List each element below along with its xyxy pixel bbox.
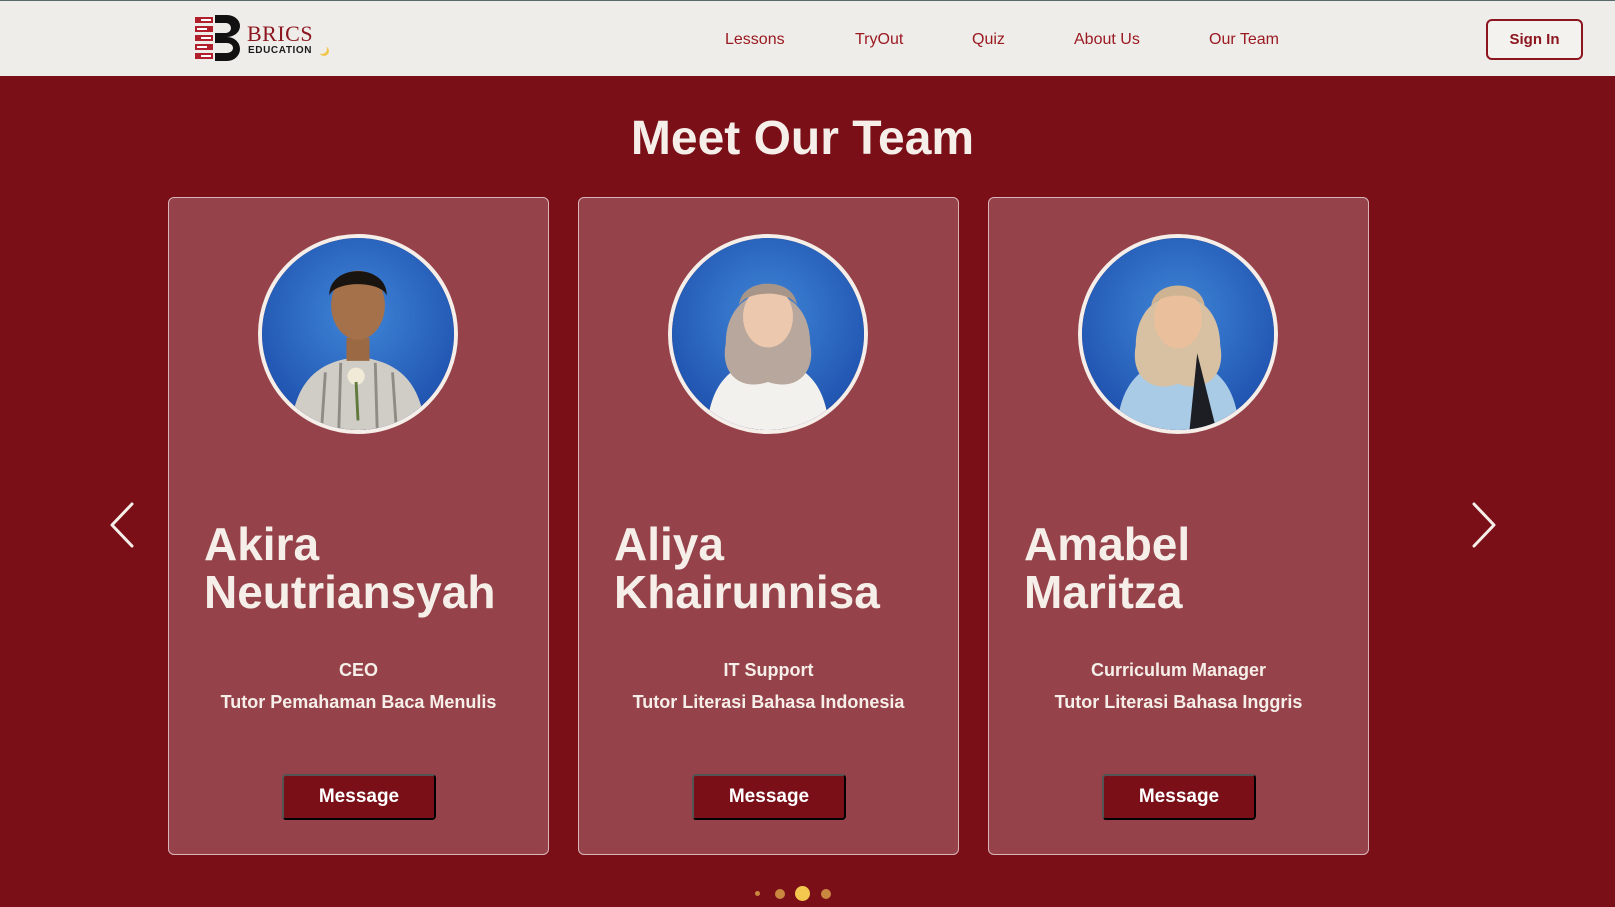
carousel-dot[interactable] <box>821 889 831 899</box>
nav-link-lessons[interactable]: Lessons <box>725 28 785 52</box>
member-photo <box>668 234 868 434</box>
member-last-name: Khairunnisa <box>614 566 880 618</box>
member-photo-image <box>262 238 454 430</box>
member-photo-image <box>672 238 864 430</box>
carousel-pagination <box>0 886 1615 902</box>
message-button[interactable]: Message <box>692 774 846 820</box>
member-photo <box>1078 234 1278 434</box>
nav-link-tryout[interactable]: TryOut <box>855 28 903 52</box>
team-card: Aliya Khairunnisa IT Support Tutor Liter… <box>578 197 959 855</box>
member-subrole: Tutor Literasi Bahasa Inggris <box>1054 692 1303 712</box>
member-last-name: Neutriansyah <box>204 566 496 618</box>
message-button[interactable]: Message <box>1102 774 1256 820</box>
nav-link-quiz[interactable]: Quiz <box>972 28 1005 52</box>
member-first-name: Akira <box>204 518 320 570</box>
team-card: Amabel Maritza Curriculum Manager Tutor … <box>988 197 1369 855</box>
carousel-dot[interactable] <box>775 889 785 899</box>
team-card: Akira Neutriansyah CEO Tutor Pemahaman B… <box>168 197 549 855</box>
member-last-name: Maritza <box>1024 566 1183 618</box>
member-first-name: Amabel <box>1024 518 1191 570</box>
message-button[interactable]: Message <box>282 774 436 820</box>
member-subrole: Tutor Pemahaman Baca Menulis <box>220 692 497 712</box>
member-first-name: Aliya <box>614 518 724 570</box>
member-name: Akira Neutriansyah <box>204 520 534 616</box>
nav-link-our-team[interactable]: Our Team <box>1209 28 1279 52</box>
member-name: Aliya Khairunnisa <box>614 520 944 616</box>
nav-menu: Lessons TryOut Quiz About Us Our Team <box>0 28 1615 52</box>
chevron-left-icon[interactable] <box>108 500 138 550</box>
chevron-right-icon[interactable] <box>1468 500 1498 550</box>
sign-in-button[interactable]: Sign In <box>1486 19 1583 60</box>
member-photo <box>258 234 458 434</box>
carousel-dot-active[interactable] <box>795 886 810 901</box>
member-name: Amabel Maritza <box>1024 520 1354 616</box>
member-photo-image <box>1082 238 1274 430</box>
top-navbar: BRICS EDUCATION Lessons TryOut Quiz Abou… <box>0 0 1615 76</box>
member-subrole: Tutor Literasi Bahasa Indonesia <box>632 692 905 712</box>
member-role: IT Support <box>723 660 814 680</box>
carousel-dot[interactable] <box>755 891 760 896</box>
member-role: Curriculum Manager <box>1090 660 1267 680</box>
section-title: Meet Our Team <box>630 112 975 165</box>
member-role: CEO <box>338 660 378 680</box>
nav-link-about-us[interactable]: About Us <box>1074 28 1140 52</box>
